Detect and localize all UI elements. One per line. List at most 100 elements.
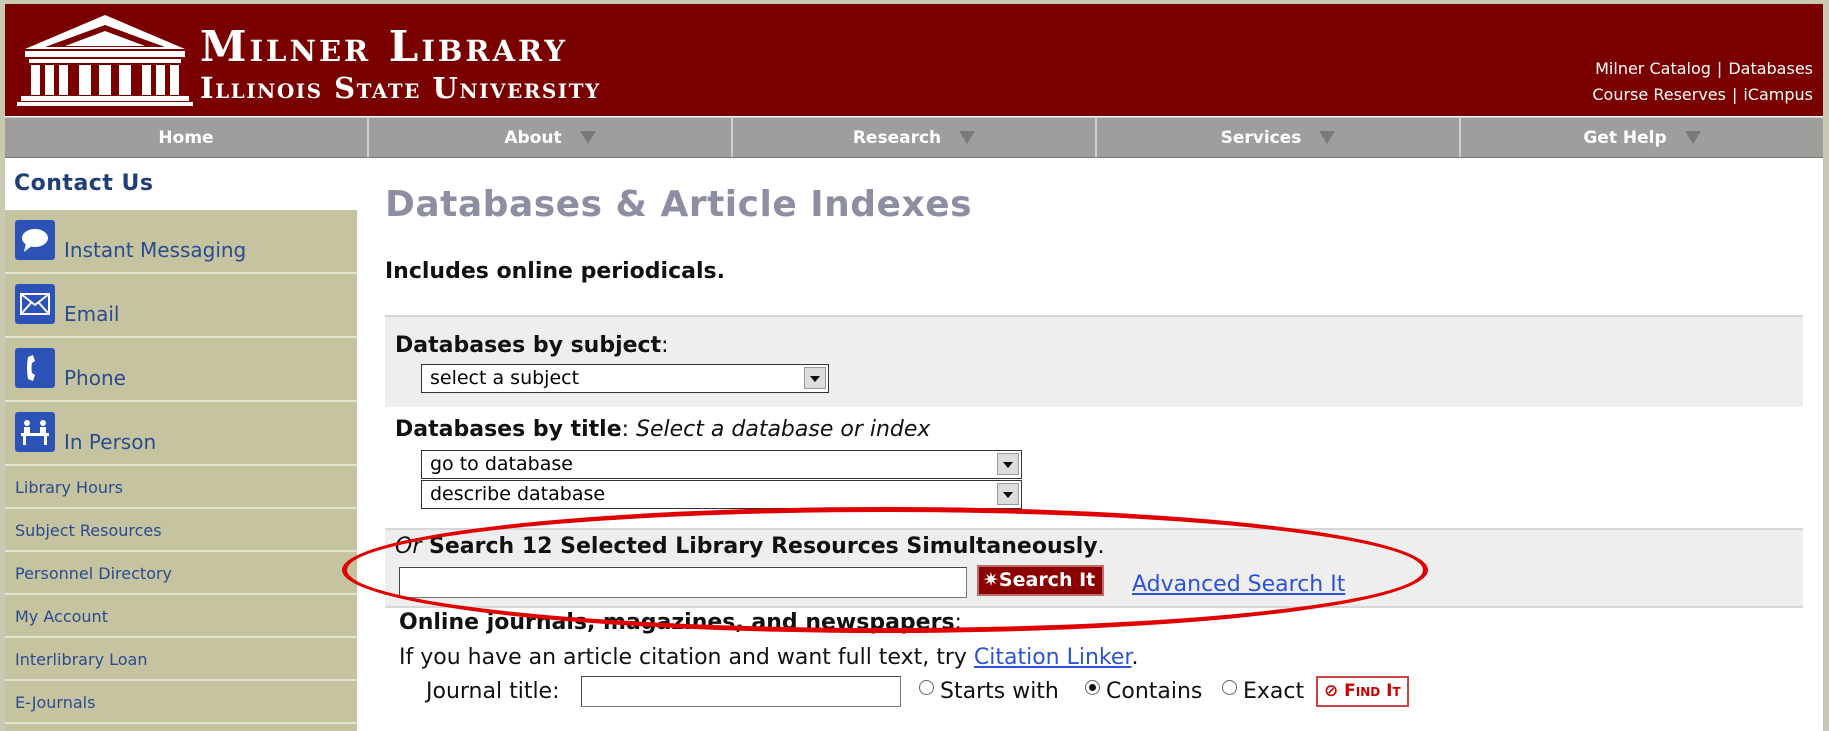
journals-label: Online journals, magazines, and newspape… bbox=[399, 610, 962, 635]
dropdown-arrow-icon bbox=[1684, 131, 1701, 144]
sidebar-item-label: Subject Resources bbox=[15, 521, 162, 540]
search-period: . bbox=[1097, 534, 1105, 559]
databases-link[interactable]: Databases bbox=[1728, 59, 1813, 78]
sidebar-item-label: Phone bbox=[64, 366, 126, 390]
dropdown-arrow-icon bbox=[579, 131, 596, 144]
citation-text: If you have an article citation and want… bbox=[399, 645, 974, 670]
chevron-down-icon bbox=[804, 367, 826, 389]
search-label: Or Search 12 Selected Library Resources … bbox=[395, 534, 1105, 559]
sidebar-item-in-person[interactable]: In Person bbox=[5, 402, 357, 466]
sidebar-item-personnel-directory[interactable]: Personnel Directory bbox=[5, 552, 357, 595]
sidebar-item-label: Instant Messaging bbox=[64, 238, 247, 262]
title-hint: Select a database or index bbox=[636, 417, 931, 442]
radio-label: Exact bbox=[1243, 679, 1305, 704]
sidebar-item-email[interactable]: Email bbox=[5, 274, 357, 338]
describe-database-select[interactable]: describe database bbox=[421, 480, 1022, 509]
search-label-text: Search 12 Selected Library Resources Sim… bbox=[421, 534, 1098, 559]
sidebar-item-label: Library Hours bbox=[15, 478, 123, 497]
search-it-label: Search It bbox=[998, 569, 1096, 591]
title-label-text: Databases by title bbox=[395, 417, 622, 442]
chevron-down-icon bbox=[997, 483, 1019, 505]
subject-select-value: select a subject bbox=[430, 367, 580, 389]
find-it-label: Find It bbox=[1344, 681, 1401, 701]
nav-label: About bbox=[504, 127, 562, 148]
course-reserves-link[interactable]: Course Reserves bbox=[1592, 85, 1726, 104]
intro-text: Includes online periodicals. bbox=[385, 259, 725, 284]
journals-label-text: Online journals, magazines, and newspape… bbox=[399, 610, 955, 635]
sidebar-item-my-account[interactable]: My Account bbox=[5, 595, 357, 638]
nav-label: Research bbox=[852, 127, 942, 148]
nav-label: Get Help bbox=[1583, 127, 1667, 148]
title-label: Databases by title: Select a database or… bbox=[395, 417, 930, 442]
sidebar-item-interlibrary-loan[interactable]: Interlibrary Loan bbox=[5, 638, 357, 681]
dropdown-arrow-icon bbox=[1319, 131, 1336, 144]
radio-label: Contains bbox=[1106, 679, 1203, 704]
person-desk-icon bbox=[15, 412, 55, 452]
radio-exact[interactable]: Exact bbox=[1222, 679, 1304, 704]
advanced-search-it-link[interactable]: Advanced Search It bbox=[1132, 572, 1345, 597]
nav-label: Home bbox=[158, 127, 214, 148]
find-it-button[interactable]: ⊘ Find It bbox=[1316, 676, 1409, 707]
chevron-down-icon bbox=[997, 453, 1019, 475]
nav-get-help[interactable]: Get Help bbox=[1461, 118, 1823, 157]
icampus-link[interactable]: iCampus bbox=[1743, 85, 1813, 104]
journal-title-input[interactable] bbox=[581, 676, 901, 707]
sidebar-item-label: In Person bbox=[64, 430, 157, 454]
or-text: Or bbox=[395, 534, 422, 559]
sidebar-item-label: E-Journals bbox=[15, 693, 96, 712]
radio-button-checked[interactable] bbox=[1085, 680, 1100, 695]
library-building-logo bbox=[15, 11, 195, 111]
subject-label: Databases by subject: bbox=[395, 333, 669, 358]
journals-colon: : bbox=[954, 610, 962, 635]
sidebar-item-e-journals[interactable]: E-Journals bbox=[5, 681, 357, 724]
title-colon: : bbox=[621, 417, 637, 442]
chat-bubble-icon bbox=[15, 220, 55, 260]
radio-contains[interactable]: Contains bbox=[1085, 679, 1202, 704]
sidebar-item-next[interactable] bbox=[5, 724, 357, 731]
university-title: Illinois State University bbox=[200, 71, 601, 105]
main-nav: Home About Research Services Get Help bbox=[5, 117, 1823, 158]
library-title: Milner Library bbox=[200, 22, 568, 71]
title-section: Databases by title: Select a database or… bbox=[385, 407, 1803, 509]
milner-catalog-link[interactable]: Milner Catalog bbox=[1595, 59, 1711, 78]
link-separator: | bbox=[1716, 59, 1723, 78]
sidebar-item-subject-resources[interactable]: Subject Resources bbox=[5, 509, 357, 552]
dropdown-arrow-icon bbox=[959, 131, 976, 144]
sidebar-item-library-hours[interactable]: Library Hours bbox=[5, 466, 357, 509]
nav-home[interactable]: Home bbox=[5, 118, 369, 157]
sidebar-item-instant-messaging[interactable]: Instant Messaging bbox=[5, 210, 357, 274]
envelope-icon bbox=[15, 284, 55, 324]
nav-about[interactable]: About bbox=[369, 118, 733, 157]
subject-colon: : bbox=[661, 333, 669, 358]
journal-title-label: Journal title: bbox=[426, 679, 560, 704]
radio-button[interactable] bbox=[1222, 680, 1237, 695]
nav-label: Services bbox=[1220, 127, 1302, 148]
page: Milner Library Illinois State University… bbox=[5, 4, 1823, 731]
radio-button[interactable] bbox=[919, 680, 934, 695]
simultaneous-search-input[interactable] bbox=[399, 567, 967, 598]
radio-label: Starts with bbox=[940, 679, 1059, 704]
sidebar-item-label: Interlibrary Loan bbox=[15, 650, 148, 669]
citation-linker-link[interactable]: Citation Linker bbox=[974, 645, 1132, 670]
header-quick-links: Milner Catalog | Databases Course Reserves… bbox=[1592, 56, 1813, 108]
sidebar-item-label: My Account bbox=[15, 607, 108, 626]
search-it-button[interactable]: ✷Search It bbox=[977, 565, 1105, 596]
sidebar-item-phone[interactable]: Phone bbox=[5, 338, 357, 402]
citation-line: If you have an article citation and want… bbox=[399, 645, 1138, 670]
contact-us-heading: Contact Us bbox=[14, 171, 154, 196]
find-it-logo-icon: ⊘ bbox=[1324, 681, 1339, 701]
subject-select[interactable]: select a subject bbox=[421, 364, 829, 393]
starburst-icon: ✷ bbox=[983, 569, 999, 591]
radio-starts-with[interactable]: Starts with bbox=[919, 679, 1059, 704]
phone-icon bbox=[15, 348, 55, 388]
nav-services[interactable]: Services bbox=[1097, 118, 1461, 157]
sidebar-item-label: Personnel Directory bbox=[15, 564, 173, 583]
subject-section: Databases by subject: select a subject bbox=[385, 315, 1803, 409]
go-to-database-select[interactable]: go to database bbox=[421, 450, 1022, 479]
subject-label-text: Databases by subject bbox=[395, 333, 662, 358]
header-banner: Milner Library Illinois State University… bbox=[5, 4, 1823, 116]
sidebar-item-label: Email bbox=[64, 302, 120, 326]
nav-research[interactable]: Research bbox=[733, 118, 1097, 157]
citation-end: . bbox=[1131, 645, 1139, 670]
simultaneous-search-section: Or Search 12 Selected Library Resources … bbox=[385, 528, 1803, 608]
